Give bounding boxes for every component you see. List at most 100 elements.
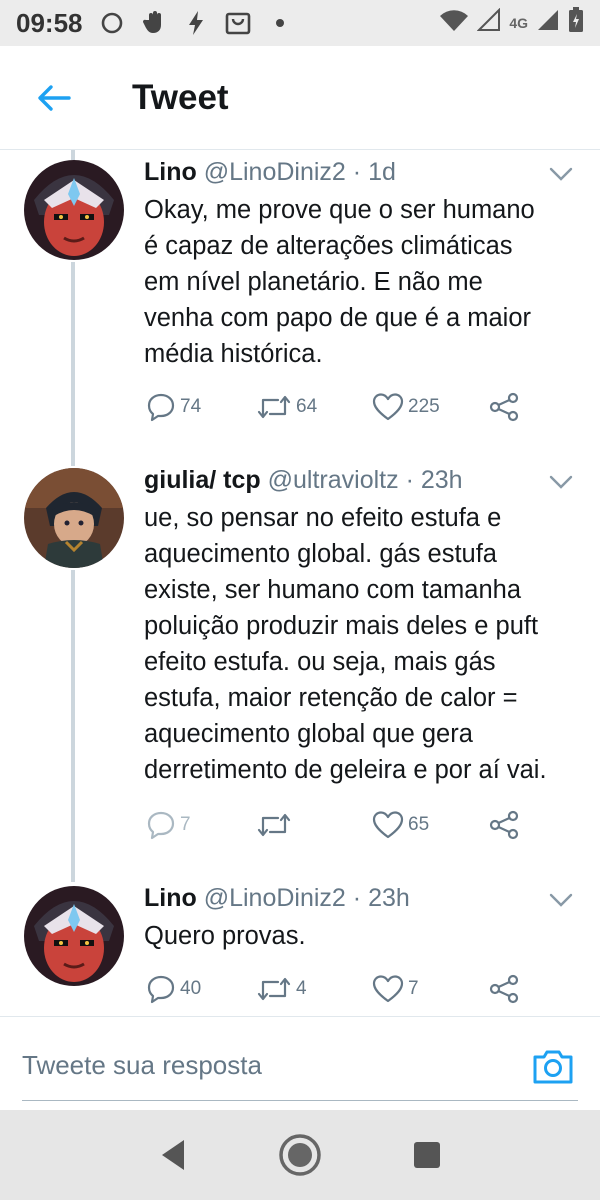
retweet-icon bbox=[257, 813, 291, 837]
retweet-count: 4 bbox=[296, 978, 307, 999]
reply-icon bbox=[147, 811, 175, 840]
tweet-line: é capaz de alterações climáticas bbox=[144, 232, 513, 260]
tweet-time: 23h bbox=[368, 884, 410, 912]
recents-square-icon bbox=[413, 1142, 440, 1168]
tweet[interactable]: Lino @LinoDiniz2 · 23h Quero provas. 40 … bbox=[0, 884, 600, 1014]
share-icon bbox=[489, 392, 519, 422]
circle-icon bbox=[99, 10, 125, 36]
separator: · bbox=[352, 884, 362, 912]
tweet-actions: 74 64 225 bbox=[146, 392, 526, 426]
reply-button[interactable]: 7 bbox=[146, 810, 191, 840]
tweet-header: giulia/ tcp @ultravioltz · 23h bbox=[144, 466, 463, 495]
tweet[interactable]: giulia/ tcp @ultravioltz · 23h ue, so pe… bbox=[0, 466, 600, 866]
nav-recents-button[interactable] bbox=[402, 1130, 452, 1180]
wifi-icon bbox=[439, 8, 469, 39]
page-title: Tweet bbox=[132, 77, 229, 117]
reply-input[interactable]: Tweete sua resposta bbox=[22, 1031, 578, 1101]
network-label: 4G bbox=[509, 15, 528, 31]
tweet-line: efeito estufa. ou seja, mais gás bbox=[144, 648, 496, 676]
like-button[interactable]: 65 bbox=[372, 810, 429, 840]
back-button[interactable] bbox=[28, 72, 80, 124]
author-name[interactable]: Lino bbox=[144, 884, 197, 912]
hand-icon bbox=[141, 10, 167, 36]
tweet-line: poluição produzir mais deles e puft bbox=[144, 612, 539, 640]
nav-home-button[interactable] bbox=[275, 1130, 325, 1180]
tweet-line: ue, so pensar no efeito estufa e bbox=[144, 504, 502, 532]
tweet-header: Lino @LinoDiniz2 · 23h bbox=[144, 884, 410, 913]
author-handle[interactable]: @LinoDiniz2 bbox=[204, 884, 346, 912]
chevron-down-icon[interactable] bbox=[548, 472, 574, 492]
dot-icon bbox=[267, 10, 293, 36]
tweet-line: venha com papo de que é a maior bbox=[144, 304, 532, 332]
author-name[interactable]: giulia/ tcp bbox=[144, 466, 261, 494]
camera-icon bbox=[533, 1050, 573, 1084]
nav-back-button[interactable] bbox=[148, 1130, 198, 1180]
system-nav-bar bbox=[0, 1110, 600, 1200]
tweet-text: Quero provas. bbox=[144, 918, 584, 954]
status-time: 09:58 bbox=[16, 7, 83, 38]
header: Tweet bbox=[0, 46, 600, 150]
reply-bar: Tweete sua resposta bbox=[0, 1016, 600, 1110]
heart-icon bbox=[372, 393, 404, 421]
author-name[interactable]: Lino bbox=[144, 158, 197, 186]
like-button[interactable]: 7 bbox=[372, 974, 419, 1004]
separator: · bbox=[352, 158, 362, 186]
bag-icon bbox=[225, 10, 251, 36]
reply-count: 74 bbox=[180, 396, 202, 417]
tweet-line: média histórica. bbox=[144, 340, 323, 368]
reply-count: 7 bbox=[180, 814, 191, 835]
retweet-button[interactable] bbox=[256, 810, 296, 840]
avatar[interactable] bbox=[24, 886, 124, 986]
chevron-down-icon[interactable] bbox=[548, 164, 574, 184]
status-bar: 09:58 4G bbox=[0, 0, 600, 46]
chevron-down-icon[interactable] bbox=[548, 890, 574, 910]
share-icon bbox=[489, 810, 519, 840]
tweet-line: aquecimento global. gás estufa bbox=[144, 540, 497, 568]
arrow-left-icon bbox=[38, 84, 71, 111]
tweet[interactable]: Lino @LinoDiniz2 · 1d Okay, me prove que… bbox=[0, 158, 600, 448]
like-count: 65 bbox=[408, 814, 430, 835]
reply-placeholder: Tweete sua resposta bbox=[22, 1050, 262, 1080]
retweet-button[interactable]: 4 bbox=[256, 974, 307, 1004]
tweet-header: Lino @LinoDiniz2 · 1d bbox=[144, 158, 396, 187]
like-count: 225 bbox=[408, 396, 440, 417]
tweet-line: derretimento de geleira e por aí vai. bbox=[144, 756, 547, 784]
reply-icon bbox=[147, 393, 175, 422]
retweet-icon bbox=[257, 395, 291, 419]
author-handle[interactable]: @ultravioltz bbox=[268, 466, 399, 494]
like-button[interactable]: 225 bbox=[372, 392, 440, 422]
reply-button[interactable]: 74 bbox=[146, 392, 201, 422]
tweet-thread: Lino @LinoDiniz2 · 1d Okay, me prove que… bbox=[0, 150, 600, 1016]
tweet-line: estufa, maior retenção de calor = bbox=[144, 684, 518, 712]
battery-icon bbox=[568, 6, 584, 40]
tweet-actions: 40 4 7 bbox=[146, 974, 526, 1008]
retweet-button[interactable]: 64 bbox=[256, 392, 317, 422]
tweet-text: ue, so pensar no efeito estufa e aquecim… bbox=[144, 500, 584, 788]
separator: · bbox=[405, 466, 414, 494]
share-button[interactable] bbox=[488, 974, 520, 1004]
signal-icon bbox=[536, 8, 560, 39]
home-circle-icon bbox=[279, 1134, 321, 1176]
heart-icon bbox=[372, 975, 404, 1003]
tweet-line: em nível planetário. E não me bbox=[144, 268, 483, 296]
share-button[interactable] bbox=[488, 392, 520, 422]
tweet-time: 23h bbox=[420, 466, 463, 494]
heart-icon bbox=[372, 811, 404, 839]
tweet-actions: 7 65 bbox=[146, 810, 526, 844]
tweet-line: aquecimento global que gera bbox=[144, 720, 473, 748]
retweet-count: 64 bbox=[296, 396, 318, 417]
reply-button[interactable]: 40 bbox=[146, 974, 201, 1004]
avatar[interactable] bbox=[24, 160, 124, 260]
share-icon bbox=[489, 974, 519, 1004]
back-triangle-icon bbox=[162, 1140, 185, 1170]
bolt-icon bbox=[183, 10, 209, 36]
like-count: 7 bbox=[408, 978, 419, 999]
camera-button[interactable] bbox=[532, 1047, 576, 1087]
avatar[interactable] bbox=[24, 468, 124, 568]
retweet-icon bbox=[257, 977, 291, 1001]
tweet-line: Quero provas. bbox=[144, 922, 306, 950]
author-handle[interactable]: @LinoDiniz2 bbox=[204, 158, 346, 186]
share-button[interactable] bbox=[488, 810, 520, 840]
tweet-text: Okay, me prove que o ser humano é capaz … bbox=[144, 192, 584, 372]
tweet-line: existe, ser humano com tamanha bbox=[144, 576, 522, 604]
